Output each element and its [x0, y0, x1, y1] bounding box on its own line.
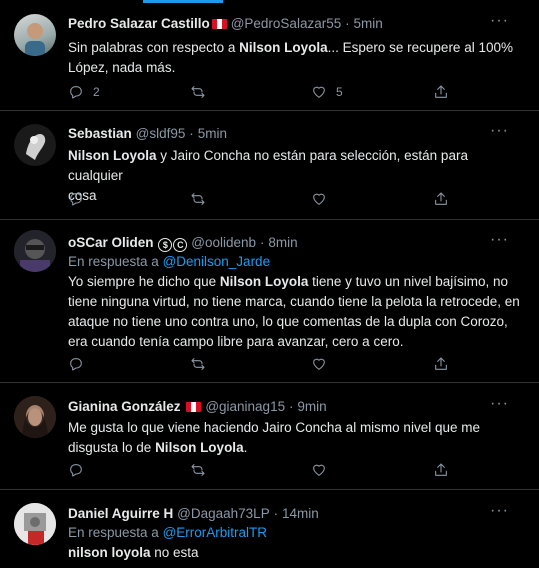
retweet-button[interactable] [190, 461, 206, 479]
reply-button[interactable]: 2 [68, 83, 100, 101]
share-icon [435, 463, 447, 476]
more-icon[interactable]: ··· [490, 503, 509, 519]
tweet[interactable]: Sebastian @sldf95 · 5min ··· Nilson Loyo… [0, 111, 539, 220]
reply-button[interactable] [68, 461, 84, 479]
peru-flag-icon [211, 19, 227, 29]
author-name[interactable]: Sebastian [68, 126, 132, 141]
author-handle[interactable]: @sldf95 [136, 126, 186, 141]
retweet-icon [191, 464, 205, 476]
reply-icon [70, 464, 82, 477]
reply-to-link[interactable]: @Denilson_Jarde [163, 254, 271, 269]
tweet-header: Sebastian @sldf95 · 5min [68, 124, 525, 142]
author-name[interactable]: Daniel Aguirre H [68, 506, 173, 521]
timestamp[interactable]: 14min [282, 506, 319, 521]
avatar[interactable] [14, 14, 56, 56]
tweet[interactable]: oSCar Oliden $ C @oolidenb · 8min ··· En … [0, 220, 539, 383]
timestamp[interactable]: 5min [198, 126, 227, 141]
avatar[interactable] [14, 396, 56, 438]
author-handle[interactable]: @oolidenb [191, 235, 256, 250]
more-icon[interactable]: ··· [490, 13, 509, 29]
separator: · [273, 506, 279, 521]
tweet[interactable]: Pedro Salazar Castillo @PedroSalazar55 ·… [0, 0, 539, 111]
timestamp[interactable]: 8min [268, 235, 297, 250]
tweet-header: Pedro Salazar Castillo @PedroSalazar55 ·… [68, 14, 525, 32]
separator: · [189, 126, 194, 141]
retweet-button[interactable] [190, 190, 206, 208]
separator: · [259, 235, 265, 250]
retweet-button[interactable] [190, 83, 206, 101]
more-icon[interactable]: ··· [490, 123, 509, 139]
tweet-header: Daniel Aguirre H @Dagaah73LP · 14min [68, 504, 525, 522]
author-name[interactable]: oSCar Oliden [68, 235, 154, 250]
tweet-text: Sin palabras con respecto a Nilson Loyol… [68, 40, 513, 75]
timestamp[interactable]: 5min [354, 16, 383, 31]
retweet-icon [191, 86, 205, 98]
tweet[interactable]: Gianina González @gianinag15 · 9min ··· … [0, 383, 539, 490]
retweet-button[interactable] [190, 355, 206, 373]
reply-icon [70, 193, 82, 206]
avatar[interactable] [14, 230, 56, 272]
share-button[interactable] [433, 355, 449, 373]
share-button[interactable] [433, 83, 449, 101]
reply-button[interactable] [68, 355, 84, 373]
timestamp[interactable]: 9min [297, 399, 326, 414]
author-handle[interactable]: @gianinag15 [205, 399, 285, 414]
retweet-icon [191, 358, 205, 370]
reply-to-link[interactable]: @ErrorArbitralTR [163, 525, 267, 540]
dollar-badge-icon: $ [158, 238, 173, 252]
share-icon [435, 85, 447, 98]
reply-button[interactable] [68, 190, 84, 208]
like-icon [313, 358, 325, 370]
more-icon[interactable]: ··· [490, 232, 509, 248]
like-button[interactable] [311, 355, 327, 373]
author-handle[interactable]: @Dagaah73LP [177, 506, 270, 521]
author-name[interactable]: Pedro Salazar Castillo [68, 16, 210, 31]
separator: · [288, 399, 294, 414]
like-icon [313, 193, 325, 205]
reply-count: 2 [93, 85, 100, 99]
reply-icon [70, 86, 82, 99]
more-icon[interactable]: ··· [490, 396, 509, 412]
share-icon [435, 192, 447, 205]
author-name[interactable]: Gianina González [68, 399, 181, 414]
tweet-header: Gianina González @gianinag15 · 9min [68, 397, 525, 415]
like-button[interactable] [311, 190, 327, 208]
author-handle[interactable]: @PedroSalazar55 [231, 16, 342, 31]
like-icon [313, 464, 325, 476]
like-button[interactable] [311, 461, 327, 479]
share-button[interactable] [433, 461, 449, 479]
like-button[interactable]: 5 [311, 83, 343, 101]
like-count: 5 [336, 85, 343, 99]
tweet-text: Me gusta lo que viene haciendo Jairo Con… [68, 420, 480, 455]
share-button[interactable] [433, 190, 449, 208]
reply-context: En respuesta a @ErrorArbitralTR [68, 525, 268, 540]
separator: · [345, 16, 350, 31]
tweet-header: oSCar Oliden $ C @oolidenb · 8min [68, 233, 525, 252]
tweet-text: nilson loyola no esta [68, 545, 199, 560]
retweet-icon [191, 193, 205, 205]
avatar[interactable] [14, 124, 56, 166]
tweet-text: Yo siempre he dicho que Nilson Loyola ti… [68, 274, 520, 349]
copyright-badge-icon: C [173, 238, 188, 252]
avatar[interactable] [14, 503, 56, 545]
peru-flag-icon [186, 402, 202, 412]
like-icon [313, 86, 325, 98]
reply-icon [70, 358, 82, 371]
tweet[interactable]: Daniel Aguirre H @Dagaah73LP · 14min ···… [0, 490, 539, 568]
share-icon [435, 357, 447, 370]
reply-context: En respuesta a @Denilson_Jarde [68, 254, 271, 269]
